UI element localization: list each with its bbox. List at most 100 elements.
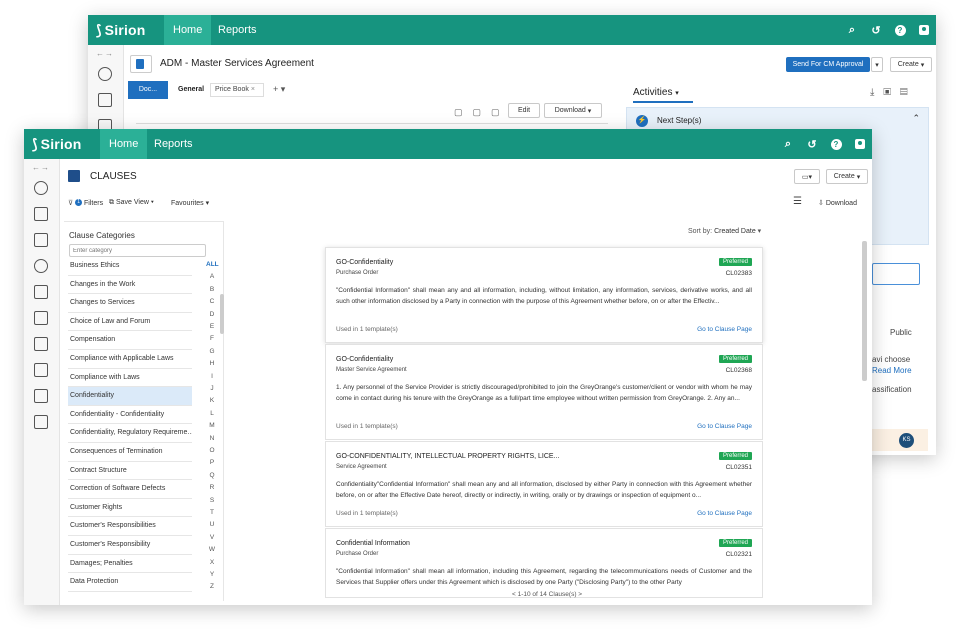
category-item[interactable]: Business Ethics — [68, 257, 192, 276]
front-download-control[interactable]: ⇩ Download — [818, 199, 857, 207]
alphabet-letter[interactable]: S — [206, 497, 218, 504]
read-more-link[interactable]: Read More — [872, 366, 912, 375]
tab-price-book[interactable]: Price Book × — [210, 83, 264, 97]
alphabet-letter[interactable]: B — [206, 286, 218, 293]
alphabet-letter[interactable]: K — [206, 397, 218, 404]
category-search-input[interactable] — [69, 244, 206, 257]
clauses-scrollbar[interactable] — [862, 241, 867, 381]
clause-card[interactable]: GO-CONFIDENTIALITY, INTELLECTUAL PROPERT… — [325, 441, 763, 527]
help-icon[interactable]: ? — [892, 15, 908, 45]
alphabet-letter[interactable]: O — [206, 447, 218, 454]
alphabet-letter[interactable]: M — [206, 422, 218, 429]
front-create-button[interactable]: Create ▾ — [826, 169, 868, 184]
alphabet-all[interactable]: ALL — [206, 261, 219, 268]
alphabet-letter[interactable]: C — [206, 298, 218, 305]
contract-icon[interactable] — [34, 363, 48, 377]
doc-tab[interactable]: Doc... — [128, 81, 168, 99]
clause-card[interactable]: GO-Confidentiality Purchase Order Preferre… — [325, 247, 763, 343]
go-to-clause-link[interactable]: Go to Clause Page — [697, 423, 752, 430]
pagination[interactable]: < 1-10 of 14 Clause(s) > — [512, 591, 582, 598]
scrollbar-track[interactable] — [220, 294, 224, 334]
send-for-approval-button[interactable]: Send For CM Approval — [786, 57, 870, 72]
category-item[interactable]: Compensation — [68, 331, 192, 350]
download-button[interactable]: Download ▾ — [544, 103, 602, 118]
activities-title[interactable]: Activities ▾ — [633, 87, 693, 103]
collapse-chevron-icon[interactable]: ⌃ — [912, 113, 920, 124]
category-item[interactable]: Consequences of Termination — [68, 443, 192, 462]
category-item[interactable]: Confidentiality - Confidentiality — [68, 406, 192, 425]
users-settings-icon[interactable] — [34, 415, 48, 429]
alphabet-letter[interactable]: W — [206, 546, 218, 553]
category-item[interactable]: Changes to Services — [68, 294, 192, 313]
category-item[interactable]: Data Protection — [68, 573, 192, 592]
clause-library-icon[interactable] — [34, 389, 48, 403]
alphabet-letter[interactable]: F — [206, 335, 218, 342]
alphabet-letter[interactable]: L — [206, 410, 218, 417]
alphabet-letter[interactable]: J — [206, 385, 218, 392]
save-view-control[interactable]: ⧉ Save View ▾ — [109, 199, 154, 207]
clause-card[interactable]: GO-Confidentiality Master Service Agreeme… — [325, 344, 763, 440]
category-item[interactable]: Choice of Law and Forum — [68, 313, 192, 332]
alert-icon[interactable] — [34, 311, 48, 325]
category-item[interactable]: Contract Structure — [68, 462, 192, 481]
profile-icon[interactable] — [916, 15, 932, 45]
category-item[interactable]: Correction of Software Defects — [68, 480, 192, 499]
filters-control[interactable]: ⊽ 1 Filters — [68, 199, 103, 207]
alphabet-letter[interactable]: R — [206, 484, 218, 491]
clause-card[interactable]: Confidential Information Purchase Order Pr… — [325, 528, 763, 598]
alphabet-letter[interactable]: A — [206, 273, 218, 280]
history-icon[interactable]: ↺ — [868, 15, 884, 45]
add-tab-icon[interactable]: + ▾ — [273, 84, 285, 95]
alphabet-letter[interactable]: I — [206, 373, 218, 380]
history-icon[interactable]: ↺ — [804, 129, 820, 159]
category-item[interactable]: Customer's Responsibility — [68, 536, 192, 555]
layout-toggle-button[interactable]: ▭▾ — [794, 169, 820, 184]
expand-arrows-icon[interactable]: ←→ — [32, 163, 50, 172]
back-nav-home[interactable]: Home — [164, 15, 212, 45]
favourites-control[interactable]: Favourites ▾ — [171, 199, 209, 207]
category-item[interactable]: Changes in the Work — [68, 276, 192, 295]
alphabet-letter[interactable]: Z — [206, 583, 218, 590]
send-dropdown-button[interactable]: ▾ — [871, 57, 883, 72]
documents-icon[interactable] — [98, 93, 112, 107]
alphabet-letter[interactable]: E — [206, 323, 218, 330]
category-item[interactable]: Compliance with Laws — [68, 369, 192, 388]
doc-type-icon[interactable] — [130, 55, 152, 73]
profile-icon[interactable] — [852, 129, 868, 159]
alphabet-letter[interactable]: Y — [206, 571, 218, 578]
alphabet-letter[interactable]: P — [206, 459, 218, 466]
back-input-box[interactable] — [872, 263, 920, 285]
search-icon[interactable]: ⌕ — [844, 15, 860, 45]
alphabet-letter[interactable]: V — [206, 534, 218, 541]
back-nav-reports[interactable]: Reports — [209, 15, 266, 45]
back-create-button[interactable]: Create ▾ — [890, 57, 932, 72]
help-circle-icon[interactable] — [34, 259, 48, 273]
tab-general[interactable]: General — [178, 86, 204, 93]
search-icon[interactable]: ⌕ — [780, 129, 796, 159]
category-item[interactable]: Damages; Penalties — [68, 555, 192, 574]
alphabet-letter[interactable]: U — [206, 521, 218, 528]
front-nav-reports[interactable]: Reports — [145, 129, 202, 159]
list-view-icon[interactable]: ☰ — [793, 196, 802, 207]
front-nav-home[interactable]: Home — [100, 129, 148, 159]
alphabet-letter[interactable]: Q — [206, 472, 218, 479]
expand-arrows-icon[interactable]: ←→ — [96, 49, 114, 58]
edit-button[interactable]: Edit — [508, 103, 540, 118]
category-item[interactable]: Compliance with Applicable Laws — [68, 350, 192, 369]
user-icon[interactable] — [34, 181, 48, 195]
alphabet-letter[interactable]: X — [206, 559, 218, 566]
alphabet-letter[interactable]: N — [206, 435, 218, 442]
sort-control[interactable]: Sort by: Created Date ▾ — [688, 227, 761, 235]
alphabet-letter[interactable]: G — [206, 348, 218, 355]
alphabet-letter[interactable]: T — [206, 509, 218, 516]
checklist-icon[interactable] — [34, 285, 48, 299]
avatar-ks[interactable]: KS — [899, 433, 914, 448]
category-item[interactable]: Confidentiality — [68, 387, 192, 406]
alphabet-letter[interactable]: H — [206, 360, 218, 367]
help-icon[interactable]: ? — [828, 129, 844, 159]
go-to-clause-link[interactable]: Go to Clause Page — [697, 326, 752, 333]
search-doc-icon[interactable] — [34, 233, 48, 247]
category-item[interactable]: Confidentiality, Regulatory Requireme... — [68, 424, 192, 443]
documents-icon[interactable] — [34, 207, 48, 221]
report-icon[interactable] — [34, 337, 48, 351]
